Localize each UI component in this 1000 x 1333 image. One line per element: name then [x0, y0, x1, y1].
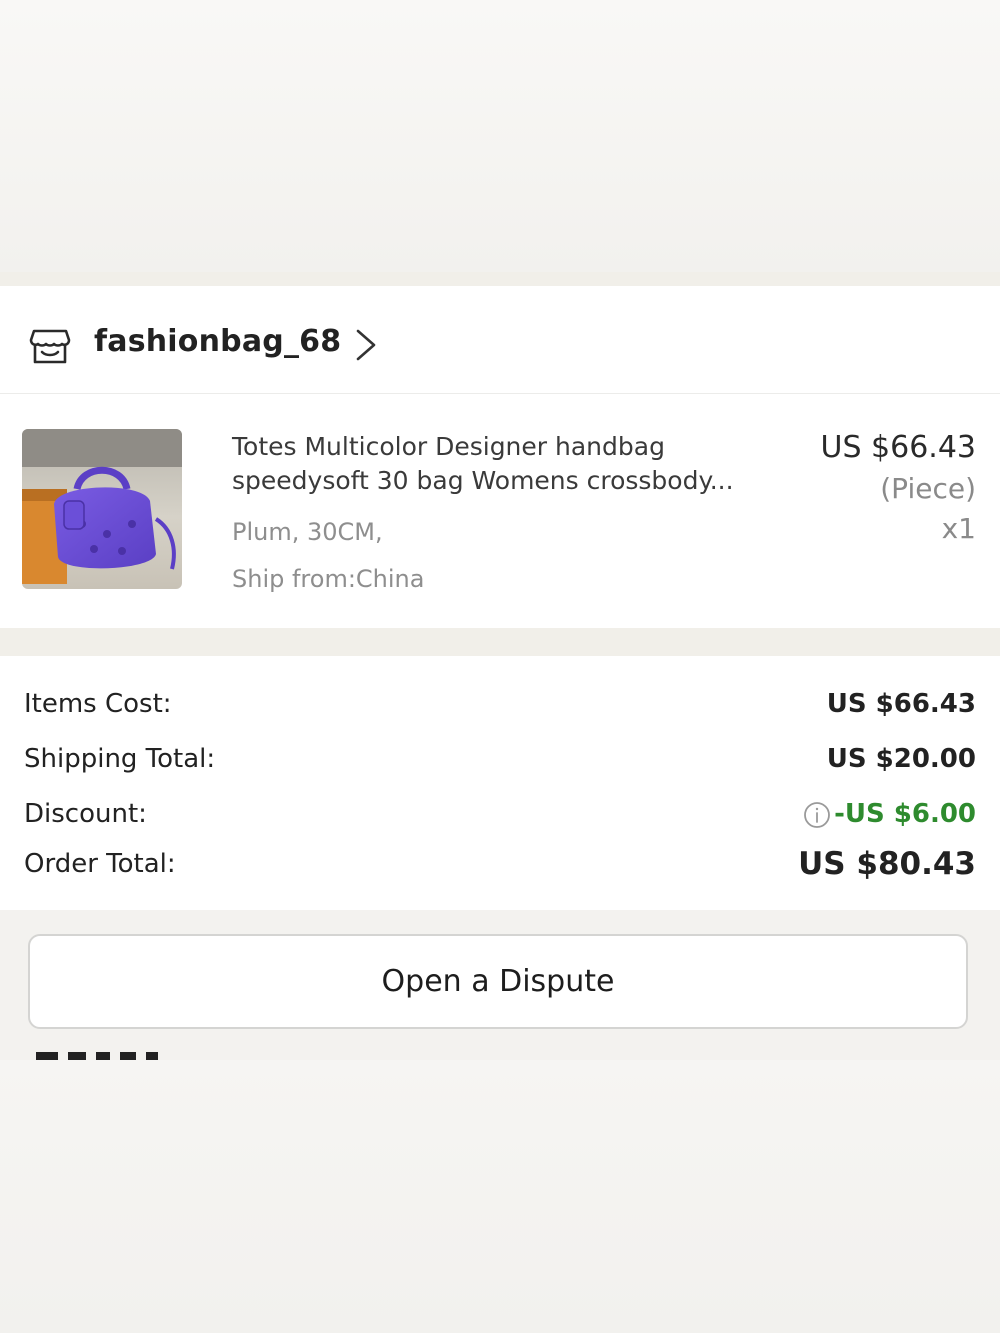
product-price: US $66.43 — [820, 430, 976, 465]
items-cost-label: Items Cost: — [24, 689, 172, 719]
product-title-line-2: speedysoft 30 bag Womens crossbody... — [232, 466, 734, 495]
product-image[interactable] — [22, 429, 182, 589]
product-title-line-1: Totes Multicolor Designer handbag — [232, 432, 665, 461]
product-title[interactable]: Totes Multicolor Designer handbag speedy… — [232, 430, 772, 498]
order-summary: Items Cost: US $66.43 Shipping Total: US… — [0, 656, 1000, 910]
blurred-bottom-region — [0, 1060, 1000, 1333]
actions-area: Open a Dispute — [0, 910, 1000, 1060]
open-dispute-button[interactable]: Open a Dispute — [28, 934, 968, 1029]
store-name[interactable]: fashionbag_68 — [94, 324, 341, 359]
items-cost-value: US $66.43 — [826, 689, 976, 719]
store-icon — [28, 322, 72, 366]
blurred-top-region — [0, 0, 1000, 272]
product-quantity: x1 — [941, 512, 976, 545]
price-unit: (Piece) — [880, 472, 976, 505]
chevron-right-icon[interactable] — [352, 328, 380, 362]
shipping-total-label: Shipping Total: — [24, 744, 216, 774]
cut-off-heading — [36, 1052, 216, 1060]
discount-label: Discount: — [24, 799, 147, 829]
order-item-card: fashionbag_68 Totes Multicolor Designer … — [0, 286, 1000, 628]
store-header[interactable]: fashionbag_68 — [0, 286, 1000, 394]
product-variant: Plum, 30CM, — [232, 518, 383, 546]
section-divider — [0, 628, 1000, 656]
shipping-total-value: US $20.00 — [826, 744, 976, 774]
order-total-value: US $80.43 — [798, 846, 976, 882]
order-total-label: Order Total: — [24, 849, 176, 879]
ship-from: Ship from:China — [232, 565, 425, 593]
info-icon[interactable] — [803, 801, 831, 829]
discount-value: -US $6.00 — [834, 799, 976, 829]
section-divider — [0, 272, 1000, 286]
